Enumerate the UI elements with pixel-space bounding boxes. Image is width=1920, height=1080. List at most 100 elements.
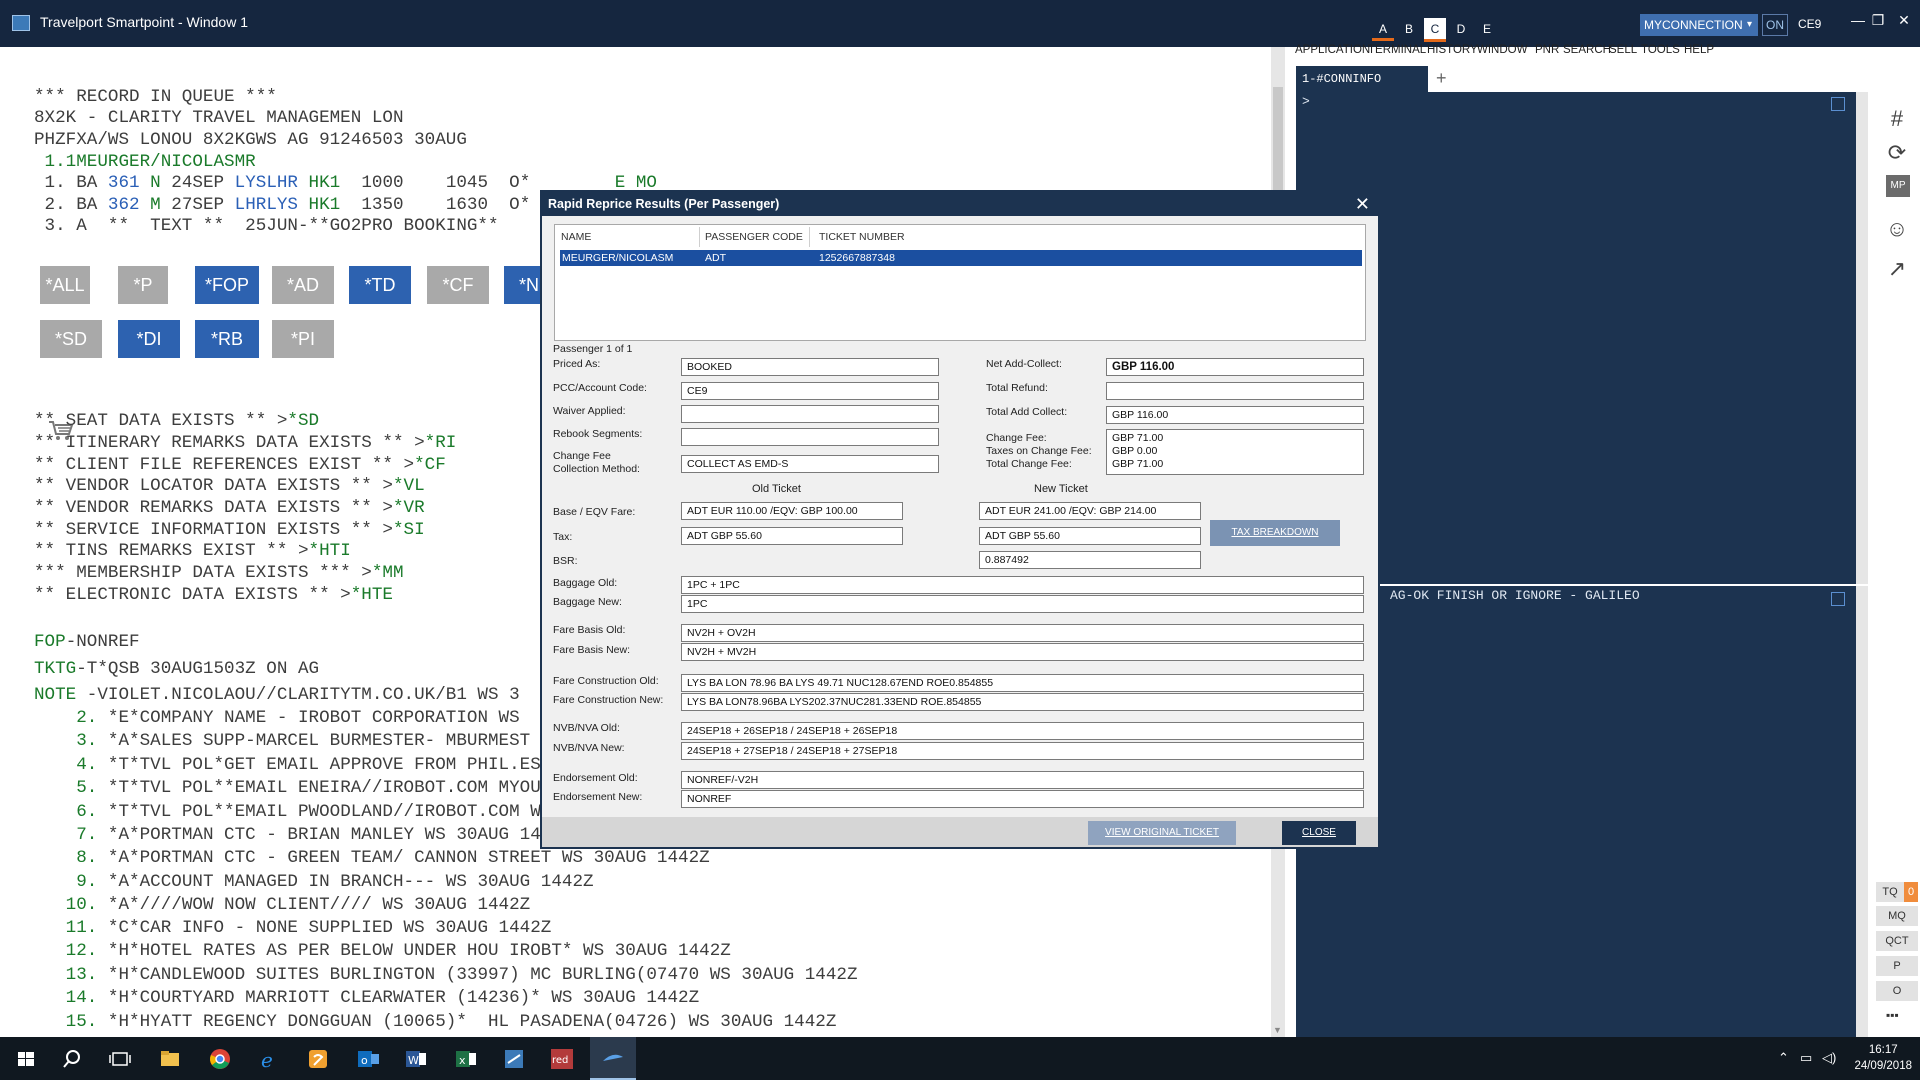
fare-basis-new-field[interactable]: NV2H + MV2H	[681, 643, 1364, 661]
endorsement-new-field[interactable]: NONREF	[681, 790, 1364, 808]
total-refund-field[interactable]	[1106, 382, 1364, 400]
fare-construction-old-field[interactable]: LYS BA LON 78.96 BA LYS 49.71 NUC128.67E…	[681, 674, 1364, 692]
exists-command-link[interactable]: *VR	[393, 498, 425, 518]
flight-number-link[interactable]: 362	[108, 195, 140, 215]
menu-search[interactable]: SEARCH	[1563, 44, 1611, 56]
quick-button-di[interactable]: *DI	[118, 320, 180, 358]
change-fee-method-field[interactable]: COLLECT AS EMD-S	[681, 455, 939, 473]
app-icon-orange[interactable]	[304, 1045, 332, 1073]
pane-expand-icon[interactable]	[1831, 97, 1845, 111]
workspace-tab-a[interactable]: A	[1372, 18, 1394, 40]
base-fare-old-field[interactable]: ADT EUR 110.00 /EQV: GBP 100.00	[681, 502, 903, 520]
tax-old-field[interactable]: ADT GBP 55.60	[681, 527, 903, 545]
hash-icon[interactable]: #	[1884, 106, 1910, 132]
total-add-collect-field[interactable]: GBP 116.00	[1106, 406, 1364, 424]
smartpoint-taskbar-icon[interactable]	[500, 1045, 528, 1073]
quick-button-ad[interactable]: *AD	[272, 266, 334, 304]
pane-expand-icon[interactable]	[1831, 592, 1845, 606]
exists-command-link[interactable]: *HTE	[351, 585, 393, 605]
tax-breakdown-button[interactable]: TAX BREAKDOWN	[1210, 520, 1340, 546]
active-taskbar-item[interactable]	[590, 1037, 636, 1080]
priced-as-field[interactable]: BOOKED	[681, 358, 939, 376]
fare-construction-new-field[interactable]: LYS BA LON78.96BA LYS202.37NUC281.33END …	[681, 693, 1364, 711]
pcc-account-field[interactable]: CE9	[681, 382, 939, 400]
quick-button-td[interactable]: *TD	[349, 266, 411, 304]
tab-conninfo[interactable]: 1-#CONNINFO	[1296, 66, 1428, 92]
terminal-pane-bottom[interactable]: AG-OK FINISH OR IGNORE - GALILEO	[1296, 586, 1856, 1038]
nvb-new-field[interactable]: 24SEP18 + 27SEP18 / 24SEP18 + 27SEP18	[681, 742, 1364, 760]
quick-button-sd[interactable]: *SD	[40, 320, 102, 358]
exists-command-link[interactable]: *CF	[414, 455, 446, 475]
mq-button[interactable]: MQ	[1876, 906, 1918, 926]
menu-history[interactable]: HISTORY	[1427, 44, 1478, 56]
baggage-new-field[interactable]: 1PC	[681, 595, 1364, 613]
exists-command-link[interactable]: *SD	[287, 411, 319, 431]
base-fare-new-field[interactable]: ADT EUR 241.00 /EQV: GBP 214.00	[979, 502, 1201, 520]
fare-basis-old-field[interactable]: NV2H + OV2H	[681, 624, 1364, 642]
more-icon[interactable]: ▪▪▪	[1886, 1008, 1899, 1022]
quick-button-cf[interactable]: *CF	[427, 266, 489, 304]
internet-explorer-icon[interactable]: e	[254, 1045, 282, 1073]
p-button[interactable]: P	[1876, 956, 1918, 976]
menu-tools[interactable]: TOOLS	[1641, 44, 1680, 56]
restore-button[interactable]: ❐	[1868, 12, 1888, 29]
workspace-tab-d[interactable]: D	[1450, 18, 1472, 40]
refresh-icon[interactable]: ⟳	[1884, 140, 1910, 166]
search-icon[interactable]	[58, 1045, 86, 1073]
o-button[interactable]: O	[1876, 981, 1918, 1001]
view-original-ticket-button[interactable]: VIEW ORIGINAL TICKET	[1088, 821, 1236, 845]
workspace-tab-e[interactable]: E	[1476, 18, 1498, 40]
volume-icon[interactable]: ◁)	[1822, 1050, 1836, 1066]
word-icon[interactable]: W	[402, 1045, 430, 1073]
workspace-tab-c[interactable]: C	[1424, 18, 1446, 42]
chrome-icon[interactable]	[206, 1045, 234, 1073]
file-explorer-icon[interactable]	[156, 1045, 184, 1073]
flight-number-link[interactable]: 361	[108, 173, 140, 193]
tq-button[interactable]: TQ	[1876, 882, 1904, 902]
close-button[interactable]: CLOSE	[1282, 821, 1356, 845]
menu-window[interactable]: WINDOW	[1477, 44, 1527, 56]
dialog-close-icon[interactable]: ✕	[1355, 194, 1370, 214]
menu-help[interactable]: HELP	[1684, 44, 1714, 56]
bottom-pane-scrollbar[interactable]	[1856, 586, 1868, 1038]
close-window-button[interactable]: ✕	[1894, 12, 1914, 29]
change-fee-box[interactable]: GBP 71.00 GBP 0.00 GBP 71.00	[1106, 429, 1364, 475]
quick-button-rb[interactable]: *RB	[195, 320, 259, 358]
exists-command-link[interactable]: *VL	[393, 476, 425, 496]
red-app-icon[interactable]: red	[548, 1045, 576, 1073]
menu-sell[interactable]: SELL	[1609, 44, 1637, 56]
quick-button-fop[interactable]: *FOP	[195, 266, 259, 304]
scroll-down-icon[interactable]: ▼	[1273, 1025, 1282, 1035]
net-add-collect-field[interactable]: GBP 116.00	[1106, 358, 1364, 376]
exists-command-link[interactable]: *MM	[372, 563, 404, 583]
quick-button-p[interactable]: *P	[118, 266, 168, 304]
external-link-icon[interactable]: ↗	[1884, 256, 1910, 282]
network-icon[interactable]: ▭	[1800, 1050, 1812, 1066]
menu-application[interactable]: APPLICATION	[1295, 44, 1370, 56]
connection-select[interactable]: MYCONNECTION ▾	[1640, 14, 1758, 36]
nvb-old-field[interactable]: 24SEP18 + 26SEP18 / 24SEP18 + 26SEP18	[681, 722, 1364, 740]
city-pair-link[interactable]: LYSLHR	[235, 173, 298, 193]
bsr-new-field[interactable]: 0.887492	[979, 551, 1201, 569]
exists-command-link[interactable]: *RI	[425, 433, 457, 453]
rebook-field[interactable]	[681, 428, 939, 446]
quick-button-all[interactable]: *ALL	[40, 266, 90, 304]
connection-status-badge[interactable]: ON	[1762, 14, 1788, 36]
endorsement-old-field[interactable]: NONREF/-V2H	[681, 771, 1364, 789]
user-badge-icon[interactable]: ☺	[1884, 216, 1910, 242]
excel-icon[interactable]: x	[452, 1045, 480, 1073]
top-pane-scrollbar[interactable]	[1856, 92, 1868, 584]
menu-pnr[interactable]: PNR	[1535, 44, 1559, 56]
quick-button-pi[interactable]: *PI	[272, 320, 334, 358]
outlook-icon[interactable]: o	[354, 1045, 382, 1073]
minimize-button[interactable]: —	[1848, 12, 1868, 28]
tray-chevron-icon[interactable]: ⌃	[1778, 1050, 1789, 1066]
grid-row-selected[interactable]: MEURGER/NICOLASM ADT 1252667887348	[560, 250, 1362, 266]
tax-new-field[interactable]: ADT GBP 55.60	[979, 527, 1201, 545]
add-tab-icon[interactable]: +	[1436, 68, 1447, 89]
qct-button[interactable]: QCT	[1876, 931, 1918, 951]
terminal-pane-top[interactable]: >	[1296, 92, 1856, 584]
workspace-tab-b[interactable]: B	[1398, 18, 1420, 40]
waiver-field[interactable]	[681, 405, 939, 423]
exists-command-link[interactable]: *SI	[393, 520, 425, 540]
